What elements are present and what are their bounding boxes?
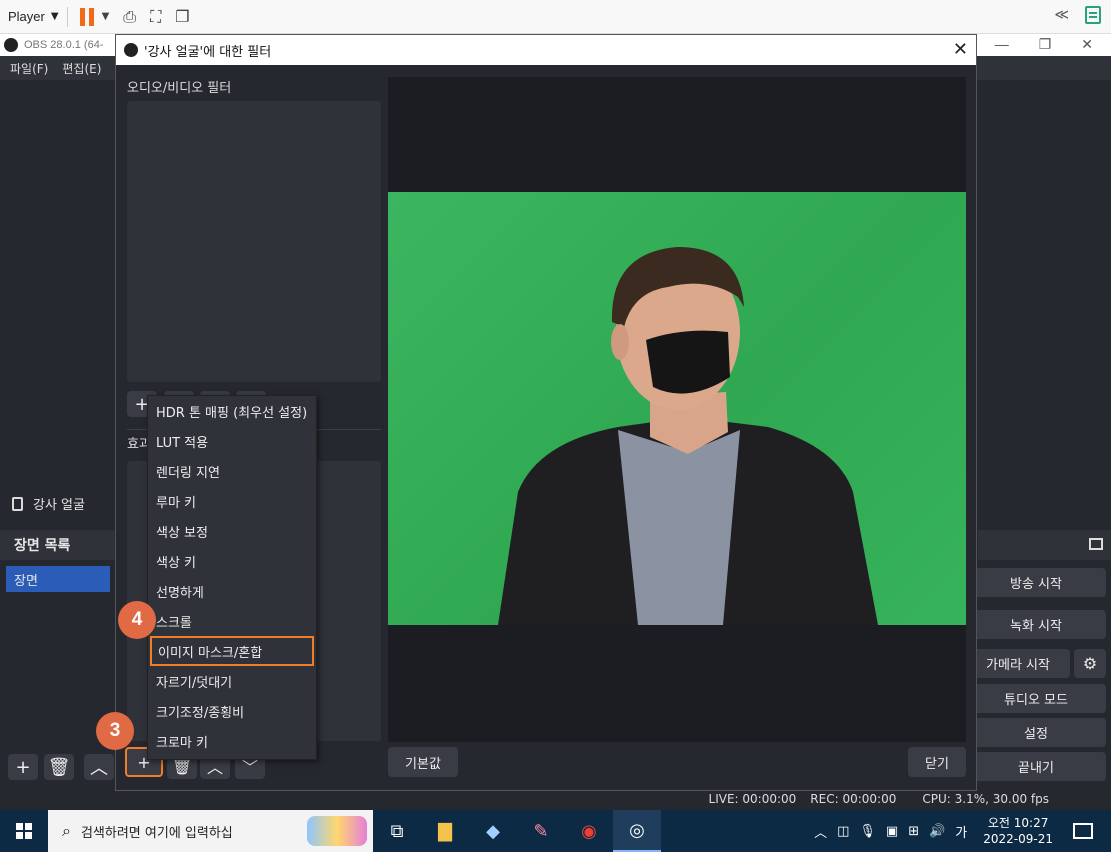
preview-image: [388, 192, 966, 625]
move-up-button[interactable]: ︿: [84, 754, 114, 780]
pause-icon[interactable]: [79, 7, 94, 26]
chevron-down-icon[interactable]: ▼: [102, 11, 110, 22]
network-icon[interactable]: ⊞: [908, 824, 919, 839]
source-name: 강사 얼굴: [33, 498, 85, 513]
step-badge-4: 4: [118, 601, 156, 639]
notification-icon[interactable]: [1073, 823, 1093, 839]
clock-date: 2022-09-21: [983, 832, 1053, 846]
chevron-down-icon[interactable]: ▼: [51, 11, 59, 22]
player-menu[interactable]: Player: [8, 9, 45, 24]
gear-icon[interactable]: ⚙: [1074, 649, 1106, 678]
collapse-icon[interactable]: ≪: [1054, 7, 1069, 23]
settings-button[interactable]: 설정: [966, 718, 1106, 747]
microphone-icon[interactable]: 🎙: [859, 824, 876, 839]
start-streaming-button[interactable]: 방송 시작: [966, 568, 1106, 597]
camera-icon[interactable]: ◫: [837, 824, 849, 839]
add-scene-button[interactable]: +: [8, 754, 38, 780]
paint-icon[interactable]: ✎: [517, 810, 565, 852]
search-icon: ⌕: [62, 821, 71, 840]
display-icon[interactable]: ▣: [886, 824, 898, 839]
status-bar: LIVE: 00:00:00 REC: 00:00:00 CPU: 3.1%, …: [0, 788, 1111, 810]
av-filters-label: 오디오/비디오 필터: [127, 81, 232, 96]
taskbar-search[interactable]: ⌕ 검색하려면 여기에 입력하십: [48, 810, 373, 852]
menu-item-scroll[interactable]: 스크롤: [148, 606, 316, 636]
player-toolbar: Player ▼ ▼ ⎙ ⛶ ❐ ≪: [0, 0, 1111, 34]
system-tray: ︿ ◫ 🎙 ▣ ⊞ 🔊 가 오전 10:27 2022-09-21: [814, 810, 1111, 852]
menu-item-image-mask-blend[interactable]: 이미지 마스크/혼합: [150, 636, 314, 666]
ime-indicator[interactable]: 가: [955, 822, 967, 841]
exit-button[interactable]: 끝내기: [966, 752, 1106, 781]
menu-item-color-key[interactable]: 색상 키: [148, 546, 316, 576]
menu-item-color-correction[interactable]: 색상 보정: [148, 516, 316, 546]
folder-icon[interactable]: ▇: [421, 810, 469, 852]
start-button[interactable]: [0, 810, 48, 852]
source-label-row: 강사 얼굴: [12, 494, 85, 513]
trash-icon[interactable]: 🗑: [44, 754, 74, 780]
close-icon[interactable]: ✕: [1081, 36, 1093, 53]
scenes-header: 장면 목록: [0, 530, 116, 560]
start-recording-button[interactable]: 녹화 시작: [966, 610, 1106, 639]
studio-mode-button[interactable]: 튜디오 모드: [966, 684, 1106, 713]
scene-item[interactable]: 장면: [6, 566, 110, 592]
dialog-title: '강사 얼굴'에 대한 필터: [144, 44, 272, 60]
search-highlight-icon: [307, 816, 367, 846]
menu-item-scaling-aspect[interactable]: 크기조정/종횡비: [148, 696, 316, 726]
obs-logo-icon: [4, 38, 18, 52]
capture-icon[interactable]: ⎙: [123, 7, 136, 27]
notepad-icon[interactable]: ◆: [469, 810, 517, 852]
add-filter-menu: HDR 톤 매핑 (최우선 설정) LUT 적용 렌더링 지연 루마 키 색상 …: [147, 395, 317, 760]
person-image: [498, 247, 878, 625]
menu-item-render-delay[interactable]: 렌더링 지연: [148, 456, 316, 486]
window-icon[interactable]: ❐: [175, 7, 189, 26]
step-badge-3: 3: [96, 712, 134, 750]
controls-header: [978, 530, 1111, 560]
task-view-icon[interactable]: ⧉: [373, 810, 421, 852]
menu-edit[interactable]: 편집(E): [62, 60, 101, 77]
defaults-button[interactable]: 기본값: [388, 747, 458, 777]
search-placeholder: 검색하려면 여기에 입력하십: [80, 825, 233, 841]
fullscreen-icon[interactable]: ⛶: [150, 7, 161, 27]
menu-file[interactable]: 파일(F): [10, 60, 48, 77]
dock-icon[interactable]: [1089, 538, 1103, 550]
volume-icon[interactable]: 🔊: [929, 824, 945, 839]
minimize-icon[interactable]: —: [995, 36, 1009, 53]
dialog-titlebar: '강사 얼굴'에 대한 필터 ✕: [116, 35, 976, 65]
obs-taskbar-icon[interactable]: ◎: [613, 810, 661, 852]
windows-taskbar: ⌕ 검색하려면 여기에 입력하십 ⧉ ▇ ◆ ✎ ◉ ◎ ︿ ◫ 🎙 ▣ ⊞ 🔊…: [0, 810, 1111, 852]
menu-item-sharpen[interactable]: 선명하게: [148, 576, 316, 606]
live-status: LIVE: 00:00:00: [708, 792, 797, 806]
windows-icon: [16, 823, 32, 839]
filter-preview: [388, 77, 966, 742]
start-virtual-camera-button[interactable]: 가메라 시작: [966, 649, 1070, 678]
menu-item-chroma-key[interactable]: 크로마 키: [148, 726, 316, 756]
close-icon[interactable]: ✕: [953, 39, 968, 60]
obs-title: OBS 28.0.1 (64-: [24, 39, 104, 51]
cpu-status: CPU: 3.1%, 30.00 fps: [922, 792, 1049, 806]
menu-item-apply-lut[interactable]: LUT 적용: [148, 426, 316, 456]
av-filters-list[interactable]: [127, 101, 381, 382]
clock[interactable]: 오전 10:27 2022-09-21: [983, 815, 1053, 847]
chevron-up-icon[interactable]: ︿: [814, 822, 827, 841]
note-icon[interactable]: [1085, 6, 1101, 24]
menu-item-hdr-tonemap[interactable]: HDR 톤 매핑 (최우선 설정): [148, 396, 316, 426]
chrome-icon[interactable]: ◉: [565, 810, 613, 852]
menu-item-luma-key[interactable]: 루마 키: [148, 486, 316, 516]
clock-time: 오전 10:27: [987, 816, 1049, 830]
close-dialog-button[interactable]: 닫기: [908, 747, 966, 777]
maximize-icon[interactable]: ❐: [1039, 36, 1052, 53]
divider: [66, 6, 68, 27]
file-icon: [12, 496, 23, 511]
menu-item-crop-pad[interactable]: 자르기/덧대기: [148, 666, 316, 696]
rec-status: REC: 00:00:00: [810, 792, 897, 806]
scenes-list: 장면: [0, 560, 116, 746]
obs-logo-icon: [124, 43, 138, 57]
